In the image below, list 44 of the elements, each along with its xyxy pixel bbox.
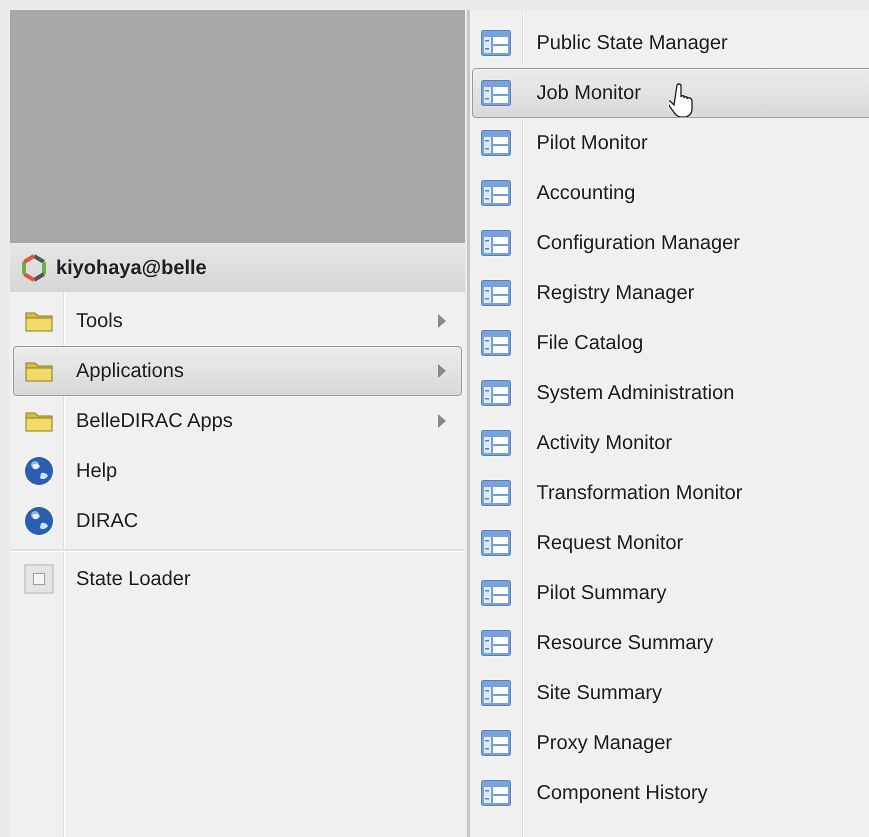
- list-window-icon: [481, 630, 512, 656]
- menu-item[interactable]: Proxy Manager: [472, 718, 869, 768]
- menu-item[interactable]: Site Summary: [472, 668, 869, 718]
- list-window-icon: [481, 380, 512, 406]
- globe-icon: [24, 456, 54, 486]
- list-window-icon: [481, 480, 512, 506]
- menu-item[interactable]: State Loader: [13, 554, 462, 604]
- list-window-icon: [481, 80, 512, 106]
- menu-item[interactable]: Configuration Manager: [472, 218, 869, 268]
- list-window-icon: [481, 580, 512, 606]
- list-window-icon: [481, 130, 512, 156]
- menu-item[interactable]: Component History: [472, 768, 869, 818]
- menu-item[interactable]: Resource Summary: [472, 618, 869, 668]
- window-icon: [24, 563, 54, 595]
- menu-item[interactable]: Registry Manager: [472, 268, 869, 318]
- hand-cursor-icon: [668, 83, 695, 117]
- menu-item[interactable]: DIRAC: [13, 496, 462, 546]
- menu-item[interactable]: Activity Monitor: [472, 418, 869, 468]
- menu-item[interactable]: File Catalog: [472, 318, 869, 368]
- globe-icon: [24, 506, 54, 536]
- menu-item[interactable]: Request Monitor: [472, 518, 869, 568]
- menu-item[interactable]: Pilot Summary: [472, 568, 869, 618]
- menu-item[interactable]: Pilot Monitor: [472, 118, 869, 168]
- menu-item[interactable]: System Administration: [472, 368, 869, 418]
- list-window-icon: [481, 280, 512, 306]
- menu-item[interactable]: Public State Manager: [472, 18, 869, 68]
- list-window-icon: [481, 430, 512, 456]
- list-window-icon: [481, 330, 512, 356]
- list-window-icon: [481, 30, 512, 56]
- list-window-icon: [481, 180, 512, 206]
- hexagon-logo-icon: [20, 252, 48, 282]
- menu-item[interactable]: Job Monitor: [472, 68, 869, 118]
- username: kiyohaya@belle: [56, 256, 207, 280]
- list-window-icon: [481, 680, 512, 706]
- list-window-icon: [481, 230, 512, 256]
- list-window-icon: [481, 530, 512, 556]
- menu-item[interactable]: BelleDIRAC Apps: [13, 396, 462, 446]
- menu-item[interactable]: Transformation Monitor: [472, 468, 869, 518]
- menu-item[interactable]: Accounting: [472, 168, 869, 218]
- menu-item[interactable]: Applications: [13, 346, 462, 396]
- menu-item[interactable]: Help: [13, 446, 462, 496]
- list-window-icon: [481, 730, 512, 756]
- menu-item[interactable]: Tools: [13, 296, 462, 346]
- list-window-icon: [481, 780, 512, 806]
